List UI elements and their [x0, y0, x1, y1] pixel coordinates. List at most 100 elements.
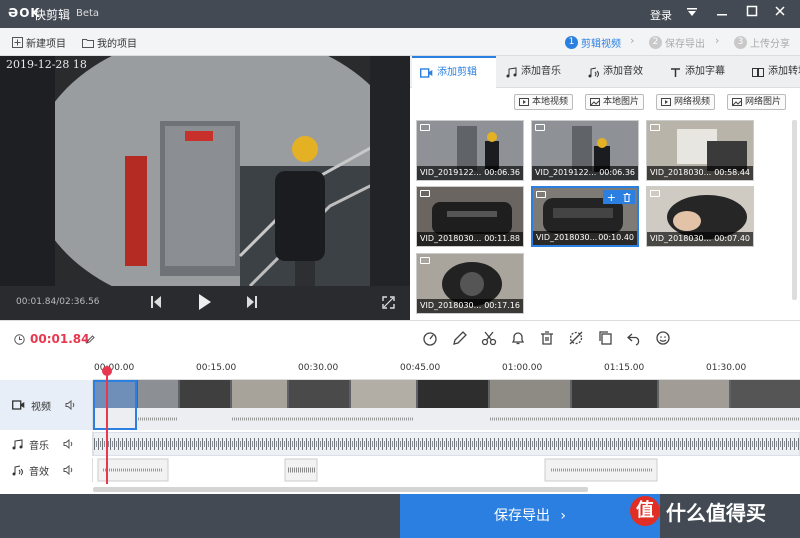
ruler-label: 00:00.00 [94, 363, 135, 373]
playhead[interactable] [106, 368, 108, 484]
local-video-button[interactable]: 本地视频 [514, 94, 574, 110]
add-clip-icon[interactable]: + [607, 191, 616, 204]
main-toolbar: 新建项目 我的项目 1 剪辑视频 › 2 保存导出 › 3 上传分享 [0, 28, 800, 56]
sticker-icon[interactable] [653, 330, 673, 350]
edit-pencil-icon[interactable] [86, 335, 95, 344]
step-label: 保存导出 [665, 39, 705, 50]
maximize-icon[interactable] [742, 4, 762, 24]
clip-name: VID_2018030... [650, 168, 712, 177]
online-video-button[interactable]: 网络视频 [656, 94, 716, 110]
time-display: 00:01.84/02:36.56 [16, 297, 100, 307]
video-icon [519, 98, 529, 106]
camera-icon [420, 257, 430, 264]
music-track[interactable] [93, 432, 800, 456]
tab-add-music[interactable]: 添加音乐 [498, 56, 569, 88]
chevron-right-icon: › [630, 34, 635, 47]
new-project-label: 新建项目 [26, 39, 66, 50]
clip-duration: 00:11.88 [484, 234, 520, 243]
prev-icon[interactable] [150, 295, 162, 312]
track-label: 视频 [31, 401, 51, 413]
delete-icon[interactable] [537, 330, 557, 350]
copy-icon[interactable] [595, 330, 615, 350]
image-icon [732, 98, 742, 106]
my-projects-button[interactable]: 我的项目 [82, 35, 137, 50]
tab-add-transition[interactable]: 添加转场 [744, 56, 800, 88]
tab-add-subtitle[interactable]: 添加字幕 [662, 56, 733, 88]
video-track[interactable] [93, 380, 800, 430]
clock-icon [14, 334, 25, 345]
fullscreen-icon[interactable] [382, 296, 395, 312]
media-scrollbar[interactable] [792, 120, 797, 300]
video-preview[interactable]: 2019-12-28 18 [0, 56, 410, 320]
text-icon [671, 67, 680, 77]
folder-icon [82, 38, 94, 48]
clip-thumbnail-selected[interactable]: + VID_2018030... 00:10.40 [531, 186, 639, 247]
ruler-label: 01:15.00 [604, 363, 645, 373]
clip-thumbnail[interactable]: VID_2018030... 00:17.16 [416, 253, 524, 314]
clip-thumbnail[interactable]: VID_2018030... 00:58.44 [646, 120, 754, 181]
play-icon[interactable] [198, 293, 212, 314]
title-bar: ƏOK 快剪辑 Beta 登录 [0, 0, 800, 28]
watermark: 值 什么值得买 [630, 496, 766, 526]
delete-clip-icon[interactable] [623, 192, 631, 202]
track-label: 音效 [29, 466, 49, 478]
local-image-button[interactable]: 本地图片 [585, 94, 645, 110]
timeline[interactable]: 00:00.00 00:15.00 00:30.00 00:45.00 01:0… [0, 358, 800, 494]
step-save-export[interactable]: 2 保存导出 [649, 35, 705, 50]
preview-frame [0, 56, 410, 286]
camera-icon [650, 190, 660, 197]
clip-thumbnail[interactable]: VID_2018030... 00:11.88 [416, 186, 524, 247]
source-label: 网络视频 [674, 97, 711, 107]
track-header-music: 音乐 [0, 432, 93, 456]
clip-thumbnail[interactable]: VID_2019122... 00:06.36 [416, 120, 524, 181]
clip-thumbnail[interactable]: VID_2018030... 00:07.40 [646, 186, 754, 247]
music-icon [506, 66, 517, 77]
minimize-icon[interactable] [712, 4, 732, 24]
clip-caption: VID_2018030... 00:10.40 [533, 231, 637, 245]
login-link[interactable]: 登录 [650, 7, 672, 23]
ruler-label: 00:30.00 [298, 363, 339, 373]
current-time: 00:01.84 [30, 332, 90, 346]
step-edit-video[interactable]: 1 剪辑视频 [565, 35, 621, 50]
beta-label: Beta [76, 8, 100, 19]
volume-icon[interactable] [65, 400, 76, 410]
step-upload-share[interactable]: 3 上传分享 [734, 35, 790, 50]
camera-icon [420, 190, 430, 197]
tab-add-sound-effect[interactable]: 添加音效 [580, 56, 651, 88]
sound-effect-icon [588, 67, 599, 77]
camera-icon [535, 124, 545, 131]
tab-add-clip[interactable]: 添加剪辑 [412, 56, 496, 88]
next-icon[interactable] [246, 295, 258, 312]
step-label: 剪辑视频 [581, 39, 621, 50]
speed-icon[interactable] [420, 330, 440, 350]
step-number: 3 [734, 36, 747, 49]
media-panel: 添加剪辑 添加音乐 添加音效 添加字幕 添加转场 本地视频 本地图片 网络视频 … [410, 56, 800, 320]
clip-name: VID_2018030... [420, 301, 482, 310]
clip-name: VID_2018030... [536, 233, 598, 242]
edit-icon[interactable] [450, 330, 470, 350]
camera-icon [420, 124, 430, 131]
cut-icon[interactable] [479, 330, 499, 350]
time-ruler: 00:00.00 00:15.00 00:30.00 00:45.00 01:0… [93, 358, 800, 380]
clip-caption: VID_2019122... 00:06.36 [417, 166, 523, 180]
source-label: 本地图片 [603, 97, 640, 107]
sfx-track[interactable] [93, 458, 800, 482]
bell-icon[interactable] [508, 330, 528, 350]
close-icon[interactable] [770, 4, 790, 24]
save-export-button[interactable]: 保存导出 › [400, 494, 660, 538]
new-project-button[interactable]: 新建项目 [12, 35, 66, 50]
playhead-handle[interactable] [102, 366, 112, 376]
volume-icon[interactable] [63, 465, 74, 475]
dropdown-icon[interactable] [682, 4, 702, 24]
timeline-scrollbar[interactable] [93, 487, 588, 492]
clip-thumbnail[interactable]: VID_2019122... 00:06.36 [531, 120, 639, 181]
tab-label: 添加剪辑 [437, 67, 477, 78]
ruler-label: 01:30.00 [706, 363, 747, 373]
online-image-button[interactable]: 网络图片 [727, 94, 787, 110]
clip-name: VID_2018030... [650, 234, 712, 243]
undo-icon[interactable] [624, 330, 644, 350]
volume-icon[interactable] [63, 439, 74, 449]
crop-icon[interactable] [566, 330, 586, 350]
clip-caption: VID_2018030... 00:58.44 [647, 166, 753, 180]
video-icon [420, 68, 433, 78]
